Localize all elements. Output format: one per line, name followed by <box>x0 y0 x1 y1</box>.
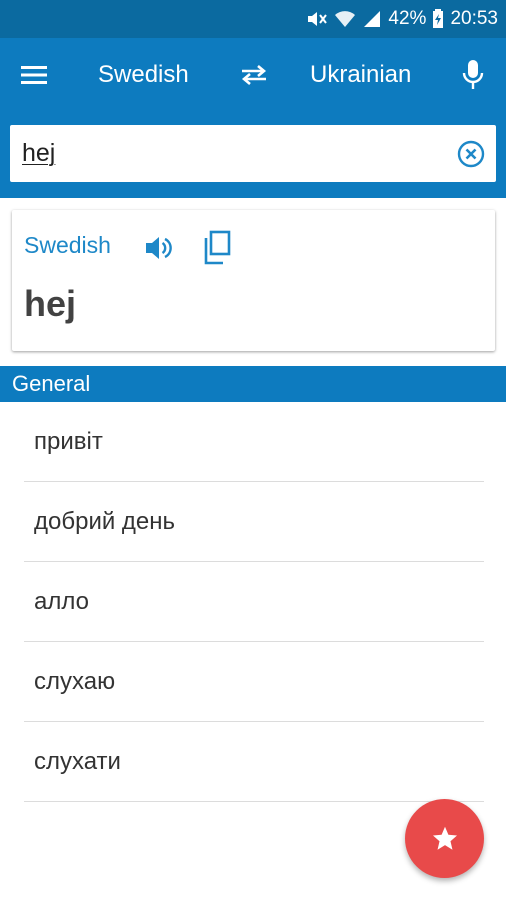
status-icons: 42% 20:53 <box>306 0 498 38</box>
favorite-button[interactable] <box>405 799 484 878</box>
list-item[interactable]: алло <box>24 562 484 642</box>
target-language-selector[interactable]: Ukrainian <box>310 38 411 112</box>
wifi-icon <box>335 11 356 27</box>
search-area <box>0 112 506 198</box>
word-card: Swedish hej <box>12 210 495 351</box>
swap-icon <box>241 65 267 85</box>
section-header: General <box>0 366 506 402</box>
source-language-selector[interactable]: Swedish <box>98 38 189 112</box>
copy-icon <box>204 230 231 265</box>
copy-button[interactable] <box>201 230 233 266</box>
app-bar: Swedish Ukrainian <box>0 38 506 112</box>
signal-icon <box>364 11 381 27</box>
menu-button[interactable] <box>14 57 54 93</box>
clear-icon <box>457 140 485 168</box>
status-bar: 42% 20:53 <box>0 0 506 38</box>
microphone-icon <box>462 60 484 89</box>
search-input[interactable] <box>22 125 442 182</box>
results-list: привіт добрий день алло слухаю слухати <box>0 402 506 802</box>
menu-icon <box>21 66 47 84</box>
battery-icon <box>433 9 444 28</box>
pronounce-button[interactable] <box>143 232 175 264</box>
swap-languages-button[interactable] <box>236 58 272 92</box>
card-word: hej <box>24 283 77 324</box>
mute-icon <box>308 12 328 26</box>
speaker-icon <box>146 237 172 259</box>
card-language-label: Swedish <box>24 232 111 258</box>
list-item[interactable]: добрий день <box>24 482 484 562</box>
list-item[interactable]: привіт <box>24 402 484 482</box>
voice-input-button[interactable] <box>456 56 490 94</box>
clear-search-button[interactable] <box>456 139 486 169</box>
clock: 20:53 <box>450 8 498 29</box>
star-icon <box>432 826 457 850</box>
search-box <box>10 125 496 182</box>
list-item[interactable]: слухати <box>24 722 484 802</box>
list-item[interactable]: слухаю <box>24 642 484 722</box>
battery-percentage: 42% <box>388 8 427 29</box>
